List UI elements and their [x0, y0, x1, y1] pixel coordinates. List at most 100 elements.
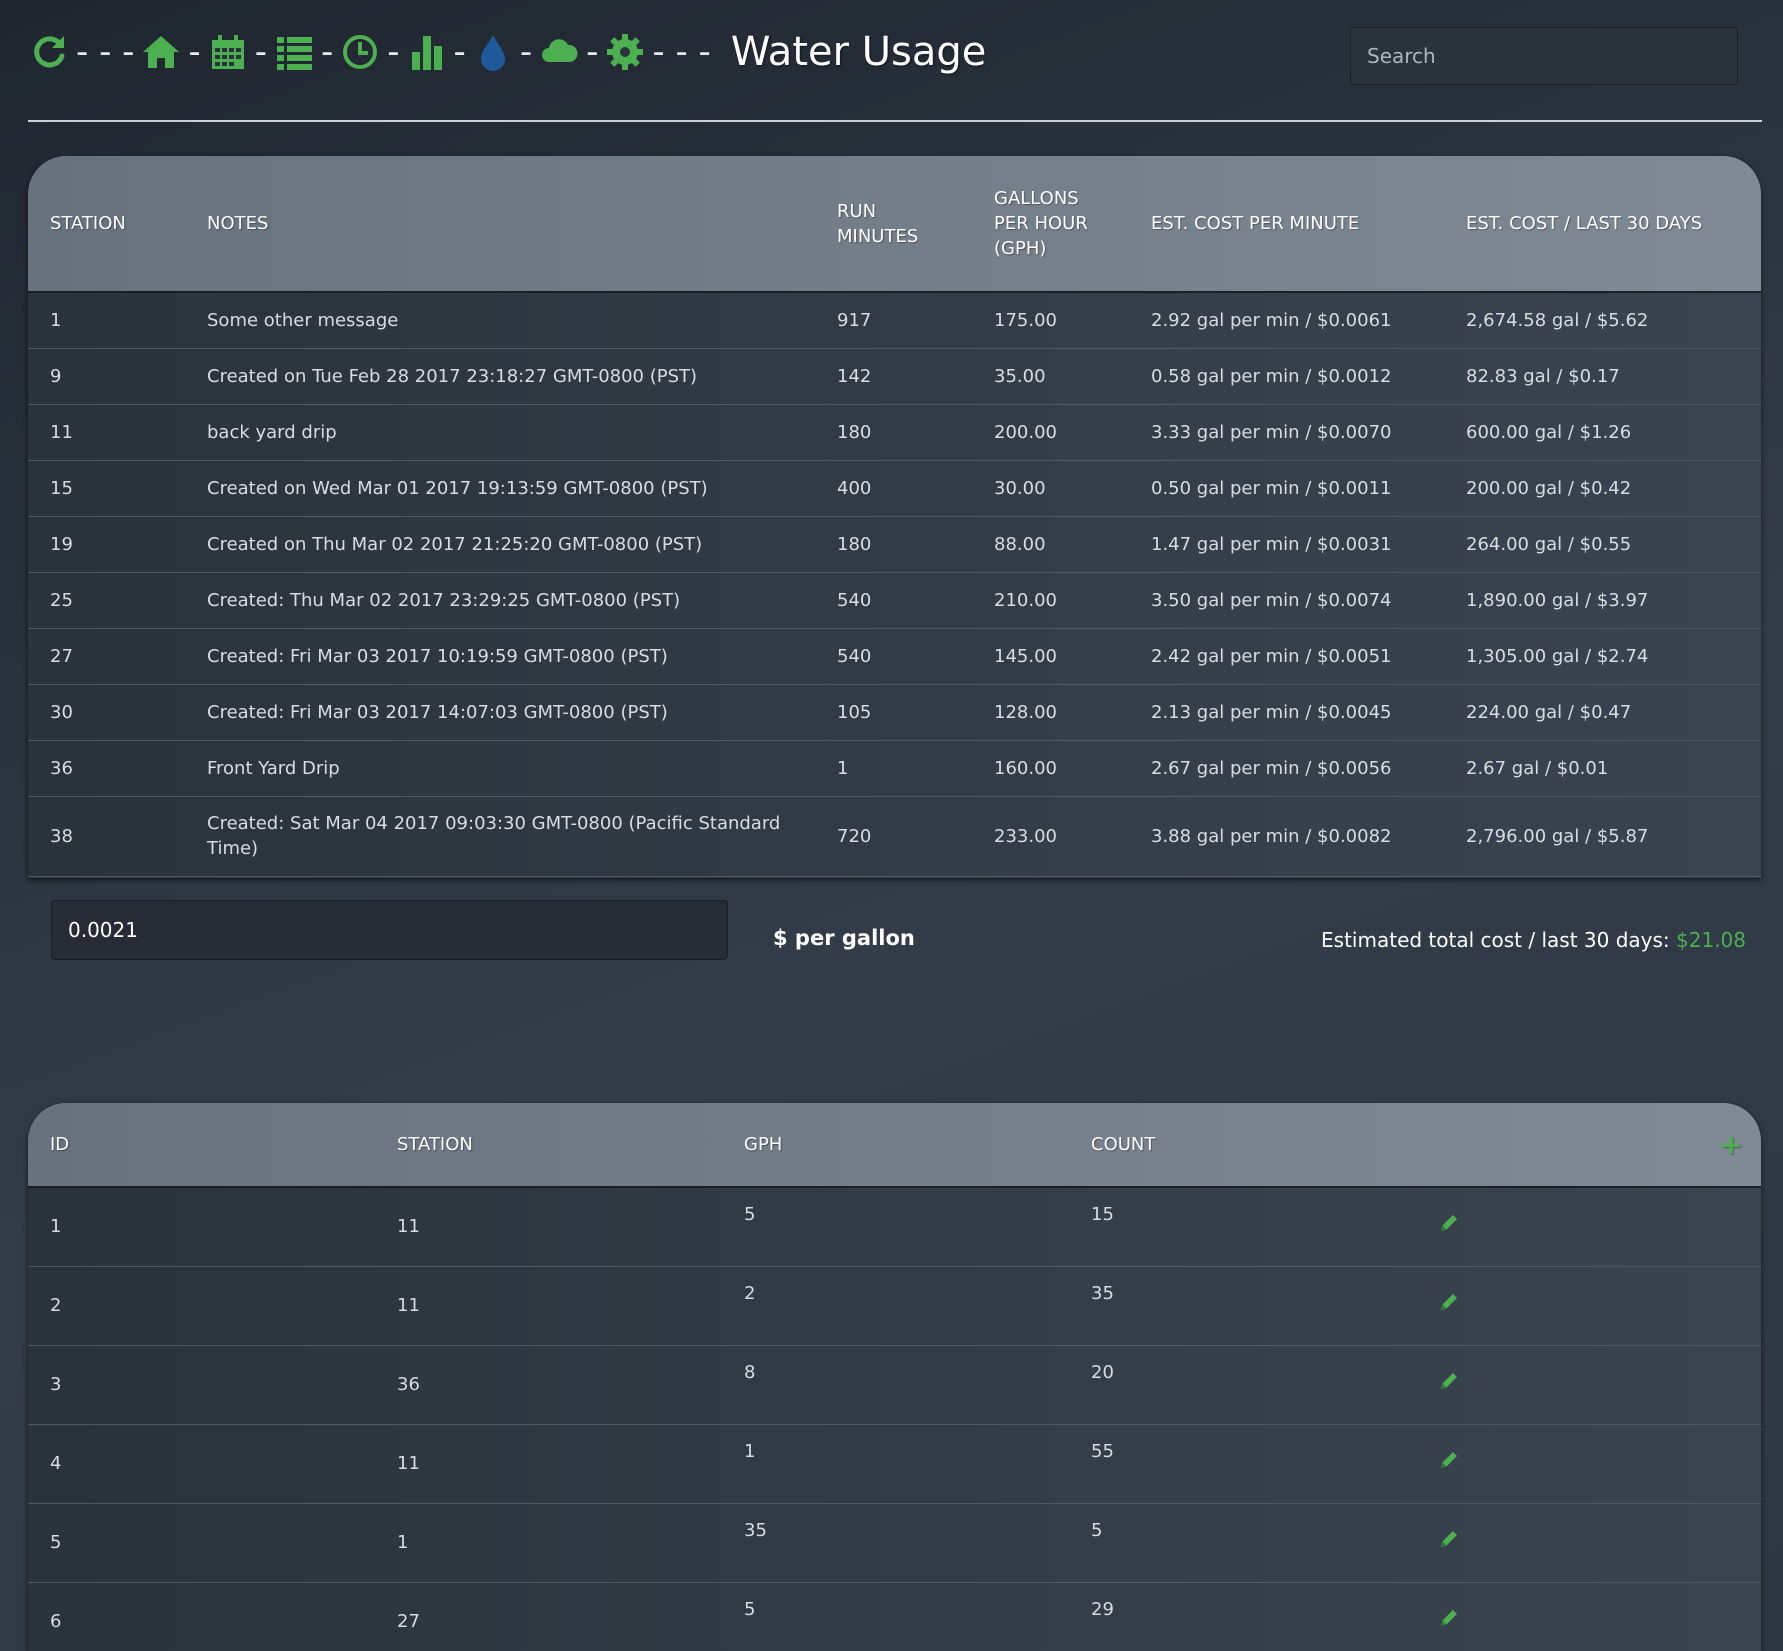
- column-header-station[interactable]: STATION: [375, 1103, 722, 1188]
- column-header-gph[interactable]: GPH: [722, 1103, 1069, 1188]
- id-cell: 6: [28, 1582, 375, 1651]
- table-row[interactable]: 5 1 35 5: [28, 1503, 1761, 1583]
- water-drop-icon[interactable]: [472, 29, 514, 75]
- column-header-station[interactable]: STATION: [28, 156, 185, 293]
- gph-cell: 2: [722, 1266, 1069, 1346]
- search-input[interactable]: [1350, 27, 1738, 85]
- run-minutes-cell: 540: [815, 572, 972, 629]
- table-row[interactable]: 4 11 1 55: [28, 1424, 1761, 1504]
- station-cell: 1: [28, 292, 185, 349]
- count-cell: 15: [1069, 1187, 1416, 1267]
- table-row[interactable]: 25 Created: Thu Mar 02 2017 23:29:25 GMT-…: [28, 572, 1761, 629]
- emitter-table: ID STATION GPH COUNT + 1 11 5 15 2 11 2 35 3 36 8 2…: [28, 1103, 1761, 1651]
- table-row[interactable]: 11 back yard drip 180 200.00 3.33 gal per mi…: [28, 404, 1761, 461]
- run-minutes-cell: 180: [815, 404, 972, 461]
- list-icon[interactable]: [273, 29, 315, 75]
- cost-30-days-cell: 200.00 gal / $0.42: [1444, 460, 1761, 517]
- gph-cell: 35: [722, 1503, 1069, 1583]
- station-cell: 11: [28, 404, 185, 461]
- table-row[interactable]: 38 Created: Sat Mar 04 2017 09:03:30 GMT-…: [28, 796, 1761, 877]
- cost-30-days-cell: 1,890.00 gal / $3.97: [1444, 572, 1761, 629]
- separator: - - -: [652, 32, 711, 72]
- cost-per-gallon-label: $ per gallon: [773, 926, 915, 950]
- cost-per-minute-cell: 1.47 gal per min / $0.0031: [1129, 516, 1444, 573]
- count-cell: 29: [1069, 1582, 1416, 1651]
- gph-cell: 30.00: [972, 460, 1129, 517]
- cost-30-days-cell: 82.83 gal / $0.17: [1444, 348, 1761, 405]
- column-header-count[interactable]: COUNT: [1069, 1103, 1416, 1188]
- table-row[interactable]: 15 Created on Wed Mar 01 2017 19:13:59 GM…: [28, 460, 1761, 517]
- gph-cell: 175.00: [972, 292, 1129, 349]
- refresh-icon[interactable]: [28, 29, 70, 75]
- table-header-row: STATION NOTES RUN MINUTES GALLONS PER HO…: [28, 156, 1761, 293]
- cost-per-minute-cell: 2.42 gal per min / $0.0051: [1129, 628, 1444, 685]
- count-cell: 20: [1069, 1345, 1416, 1425]
- column-header-gph[interactable]: GALLONS PER HOUR (GPH): [972, 156, 1129, 293]
- notes-cell: Created on Wed Mar 01 2017 19:13:59 GMT-…: [185, 460, 815, 517]
- edit-pencil-icon[interactable]: [1438, 1212, 1460, 1234]
- gph-cell: 5: [722, 1582, 1069, 1651]
- notes-cell: back yard drip: [185, 404, 815, 461]
- edit-pencil-icon[interactable]: [1438, 1607, 1460, 1629]
- station-cell: 11: [375, 1424, 722, 1504]
- table-row[interactable]: 36 Front Yard Drip 1 160.00 2.67 gal per min…: [28, 740, 1761, 797]
- notes-cell: Some other message: [185, 292, 815, 349]
- table-header-row: ID STATION GPH COUNT +: [28, 1103, 1761, 1188]
- cost-30-days-cell: 264.00 gal / $0.55: [1444, 516, 1761, 573]
- run-minutes-cell: 105: [815, 684, 972, 741]
- station-cell: 36: [28, 740, 185, 797]
- table-row[interactable]: 2 11 2 35: [28, 1266, 1761, 1346]
- usage-table-panel: STATION NOTES RUN MINUTES GALLONS PER HO…: [28, 156, 1761, 878]
- table-row[interactable]: 19 Created on Thu Mar 02 2017 21:25:20 GM…: [28, 516, 1761, 573]
- column-header-notes[interactable]: NOTES: [185, 156, 815, 293]
- column-header-run-minutes[interactable]: RUN MINUTES: [815, 156, 972, 293]
- table-row[interactable]: 3 36 8 20: [28, 1345, 1761, 1425]
- count-cell: 55: [1069, 1424, 1416, 1504]
- table-row[interactable]: 30 Created: Fri Mar 03 2017 14:07:03 GMT-…: [28, 684, 1761, 741]
- calendar-icon[interactable]: [207, 29, 249, 75]
- edit-pencil-icon[interactable]: [1438, 1370, 1460, 1392]
- edit-pencil-icon[interactable]: [1438, 1291, 1460, 1313]
- edit-pencil-icon[interactable]: [1438, 1528, 1460, 1550]
- estimated-total: Estimated total cost / last 30 days: $21…: [1321, 926, 1746, 954]
- gph-cell: 233.00: [972, 796, 1129, 877]
- toolbar: - - - - - - - - - - - - - Water Usage: [28, 24, 986, 80]
- station-cell: 11: [375, 1266, 722, 1346]
- station-cell: 15: [28, 460, 185, 517]
- emitter-table-panel: ID STATION GPH COUNT + 1 11 5 15 2 11 2 35 3 36 8 2…: [28, 1103, 1761, 1651]
- cloud-icon[interactable]: [538, 29, 580, 75]
- cost-per-gallon-input[interactable]: [51, 900, 728, 960]
- run-minutes-cell: 180: [815, 516, 972, 573]
- station-cell: 25: [28, 572, 185, 629]
- row-actions: [1416, 1424, 1761, 1504]
- table-row[interactable]: 6 27 5 29: [28, 1582, 1761, 1651]
- row-actions: [1416, 1345, 1761, 1425]
- bar-chart-icon[interactable]: [406, 29, 448, 75]
- notes-cell: Created on Tue Feb 28 2017 23:18:27 GMT-…: [185, 348, 815, 405]
- table-row[interactable]: 1 Some other message 917 175.00 2.92 gal per…: [28, 292, 1761, 349]
- add-emitter-button[interactable]: +: [1416, 1103, 1761, 1188]
- edit-pencil-icon[interactable]: [1438, 1449, 1460, 1471]
- count-cell: 5: [1069, 1503, 1416, 1583]
- column-header-id[interactable]: ID: [28, 1103, 375, 1188]
- gph-cell: 145.00: [972, 628, 1129, 685]
- table-row[interactable]: 9 Created on Tue Feb 28 2017 23:18:27 GMT…: [28, 348, 1761, 405]
- cost-per-minute-cell: 3.88 gal per min / $0.0082: [1129, 796, 1444, 877]
- id-cell: 4: [28, 1424, 375, 1504]
- station-cell: 1: [375, 1503, 722, 1583]
- home-icon[interactable]: [140, 29, 182, 75]
- cost-per-minute-cell: 2.67 gal per min / $0.0056: [1129, 740, 1444, 797]
- table-row[interactable]: 1 11 5 15: [28, 1187, 1761, 1267]
- station-cell: 19: [28, 516, 185, 573]
- clock-icon[interactable]: [339, 29, 381, 75]
- id-cell: 2: [28, 1266, 375, 1346]
- gear-icon[interactable]: [604, 29, 646, 75]
- run-minutes-cell: 400: [815, 460, 972, 517]
- run-minutes-cell: 142: [815, 348, 972, 405]
- id-cell: 5: [28, 1503, 375, 1583]
- estimated-total-label: Estimated total cost / last 30 days:: [1321, 928, 1670, 952]
- column-header-cost-30-days[interactable]: EST. COST / LAST 30 DAYS: [1444, 156, 1761, 293]
- column-header-cost-per-minute[interactable]: EST. COST PER MINUTE: [1129, 156, 1444, 293]
- notes-cell: Front Yard Drip: [185, 740, 815, 797]
- table-row[interactable]: 27 Created: Fri Mar 03 2017 10:19:59 GMT-…: [28, 628, 1761, 685]
